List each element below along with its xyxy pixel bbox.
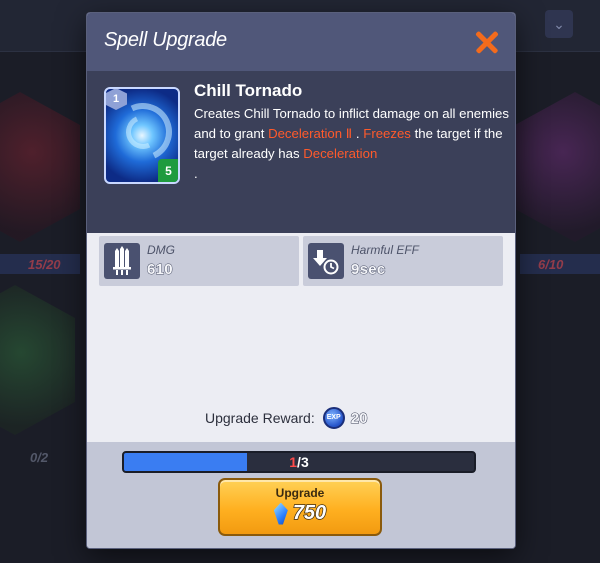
stat-dmg-value: 610: [147, 261, 174, 279]
chevron-down-icon: ⌄: [545, 10, 573, 38]
description-text: .: [352, 126, 364, 141]
description-highlight: Freezes: [363, 126, 411, 141]
upgrade-reward-label: Upgrade Reward:: [205, 410, 315, 426]
background-card: [0, 92, 80, 242]
description-highlight: Deceleration: [303, 146, 378, 161]
damage-swords-icon: [104, 243, 140, 279]
stat-dmg-label: DMG: [147, 243, 175, 257]
spell-info-panel: 1 5 Chill Tornado Creates Chill Tornado …: [87, 71, 515, 233]
background-card-count: 0/2: [30, 450, 49, 465]
dialog-title: Spell Upgrade: [104, 29, 227, 51]
upgrade-button-label: Upgrade: [275, 486, 325, 500]
background-card: [515, 92, 600, 242]
progress-total: 3: [300, 454, 309, 470]
card-level-badge: 1: [106, 89, 127, 110]
stat-harmful-eff-value: 9sec: [351, 261, 386, 279]
card-cost-badge: 5: [158, 159, 178, 182]
upgrade-reward-value: 20: [350, 409, 368, 427]
upgrade-cost-value: 750: [292, 501, 327, 525]
dialog-footer: 1/3 Upgrade 750: [87, 442, 515, 548]
description-text: .: [194, 166, 198, 181]
upgrade-cost: 750: [220, 501, 380, 525]
progress-text: 1/3: [124, 453, 474, 471]
stat-harmful-eff-label: Harmful EFF: [351, 243, 420, 257]
spell-name: Chill Tornado: [194, 81, 303, 100]
background-card-count: 15/20: [28, 257, 61, 272]
progress-current: 1: [289, 454, 298, 470]
background-card: [0, 285, 75, 435]
upgrade-reward: Upgrade Reward: EXP 20: [205, 407, 368, 429]
duration-timer-icon: [308, 243, 344, 279]
upgrade-button[interactable]: Upgrade 750: [218, 478, 382, 536]
spell-description: Creates Chill Tornado to inflict damage …: [194, 104, 509, 184]
exp-orb-icon: EXP: [322, 407, 345, 429]
spell-card-image: 1 5: [104, 87, 180, 184]
spell-upgrade-dialog: Spell Upgrade 1 5 Chill Tornado Creates …: [87, 13, 515, 548]
stat-harmful-eff: Harmful EFF 9sec: [303, 236, 503, 286]
upgrade-progress-bar: 1/3: [122, 451, 476, 473]
close-icon[interactable]: [472, 27, 502, 57]
description-highlight: Deceleration Ⅱ: [268, 126, 353, 141]
background-card-count: 6/10: [538, 257, 564, 272]
stat-dmg: DMG 610: [99, 236, 299, 286]
gem-icon: [273, 502, 288, 525]
dialog-header: Spell Upgrade: [87, 13, 515, 71]
